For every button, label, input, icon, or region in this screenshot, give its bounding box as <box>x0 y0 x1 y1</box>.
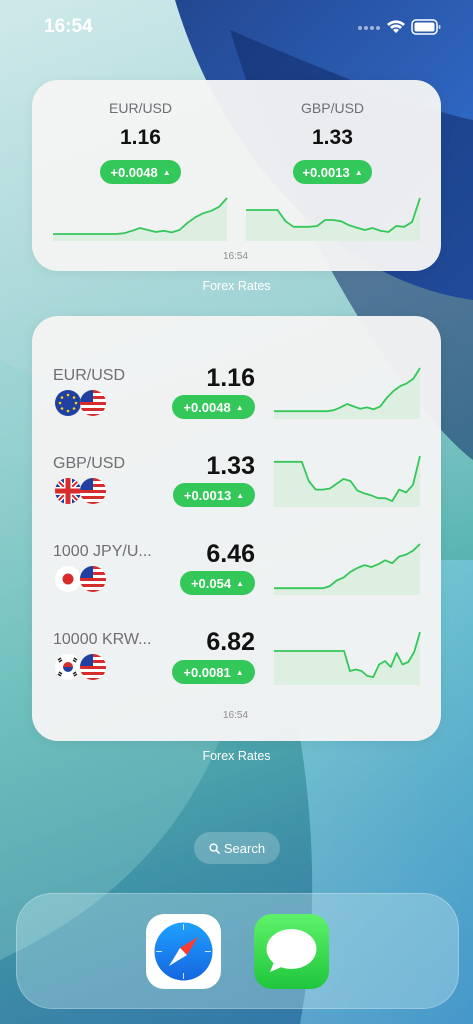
change-pill-eurusd: +0.0048 ▲ <box>172 395 255 419</box>
sparkline-gbpusd <box>246 197 421 241</box>
speech-bubble-icon <box>266 929 317 972</box>
status-icons <box>358 19 441 35</box>
forex-widget-small[interactable]: EUR/USD 1.16 +0.0048 ▲ GBP/USD 1.33 +0.00… <box>32 80 441 271</box>
pair-label-eurusd: EUR/USD <box>109 100 173 116</box>
search-button[interactable]: Search <box>194 832 280 864</box>
pair-label-krwusd: 10000 KRW... <box>53 631 152 648</box>
change-pill-gbpusd: +0.0013 ▲ <box>173 483 255 507</box>
rate-jpyusd: 6.46 <box>206 540 255 568</box>
uk-flag-icon <box>55 478 81 504</box>
up-triangle-icon: ▲ <box>162 167 171 177</box>
pair-label-gbpusd: GBP/USD <box>301 100 365 116</box>
forex-widget-large[interactable]: EUR/USD 1.16 +0.0048 ▲ GBP/USD 1.33 +0.0… <box>32 316 441 741</box>
change-pill-eurusd: +0.0048 ▲ <box>100 160 181 184</box>
status-time: 16:54 <box>44 16 93 37</box>
kr-flag-icon <box>55 654 81 680</box>
up-triangle-icon: ▲ <box>354 167 363 177</box>
updated-time: 16:54 <box>223 251 249 262</box>
up-triangle-icon: ▲ <box>235 667 244 677</box>
flags-jpy-usd <box>55 566 106 592</box>
us-flag-icon <box>80 390 106 416</box>
widget-label-large: Forex Rates <box>202 749 271 763</box>
change-value: +0.0013 <box>302 164 350 180</box>
compass-icon <box>154 922 213 981</box>
rate-eurusd: 1.16 <box>120 126 161 149</box>
sparkline-eurusd <box>274 367 421 419</box>
pair-label-eurusd: EUR/USD <box>53 367 126 384</box>
change-pill-gbpusd: +0.0013 ▲ <box>293 160 372 184</box>
status-bar: 16:54 <box>0 0 473 56</box>
messages-app-icon[interactable] <box>254 914 329 989</box>
up-triangle-icon: ▲ <box>236 578 245 588</box>
up-triangle-icon: ▲ <box>236 490 245 500</box>
change-pill-jpyusd: +0.054 ▲ <box>180 571 255 595</box>
sparkline-krwusd <box>274 631 421 685</box>
change-value: +0.054 <box>190 575 232 591</box>
widget-label-small: Forex Rates <box>202 279 271 293</box>
up-triangle-icon: ▲ <box>235 402 244 412</box>
dock <box>16 893 459 1009</box>
change-value: +0.0013 <box>183 487 232 503</box>
sparkline-eurusd <box>53 197 228 241</box>
change-pill-krwusd: +0.0081 ▲ <box>172 660 255 684</box>
change-value: +0.0081 <box>183 664 231 680</box>
pair-label-jpyusd: 1000 JPY/U... <box>53 543 152 560</box>
sparkline-area <box>274 456 420 507</box>
battery-icon <box>411 19 441 35</box>
change-value: +0.0048 <box>110 164 158 180</box>
wifi-icon <box>387 20 405 33</box>
updated-time: 16:54 <box>223 710 249 721</box>
rate-gbpusd: 1.33 <box>206 452 255 480</box>
sparkline-jpyusd <box>274 543 421 595</box>
safari-app-icon[interactable] <box>146 914 221 989</box>
signal-icon <box>358 26 380 30</box>
jp-flag-icon <box>55 566 81 592</box>
flags-eur-usd <box>55 390 106 416</box>
eu-flag-icon <box>55 390 81 416</box>
sparkline-gbpusd <box>274 455 421 507</box>
flags-gbp-usd <box>55 478 106 504</box>
us-flag-icon <box>80 478 106 504</box>
search-icon <box>209 842 220 854</box>
us-flag-icon <box>80 654 106 680</box>
flags-krw-usd <box>55 654 106 680</box>
rate-eurusd: 1.16 <box>206 364 255 392</box>
pair-label-gbpusd: GBP/USD <box>53 455 126 472</box>
change-value: +0.0048 <box>183 399 231 415</box>
search-label: Search <box>223 840 266 856</box>
rate-krwusd: 6.82 <box>206 628 255 656</box>
us-flag-icon <box>80 566 106 592</box>
rate-gbpusd: 1.33 <box>312 126 353 149</box>
